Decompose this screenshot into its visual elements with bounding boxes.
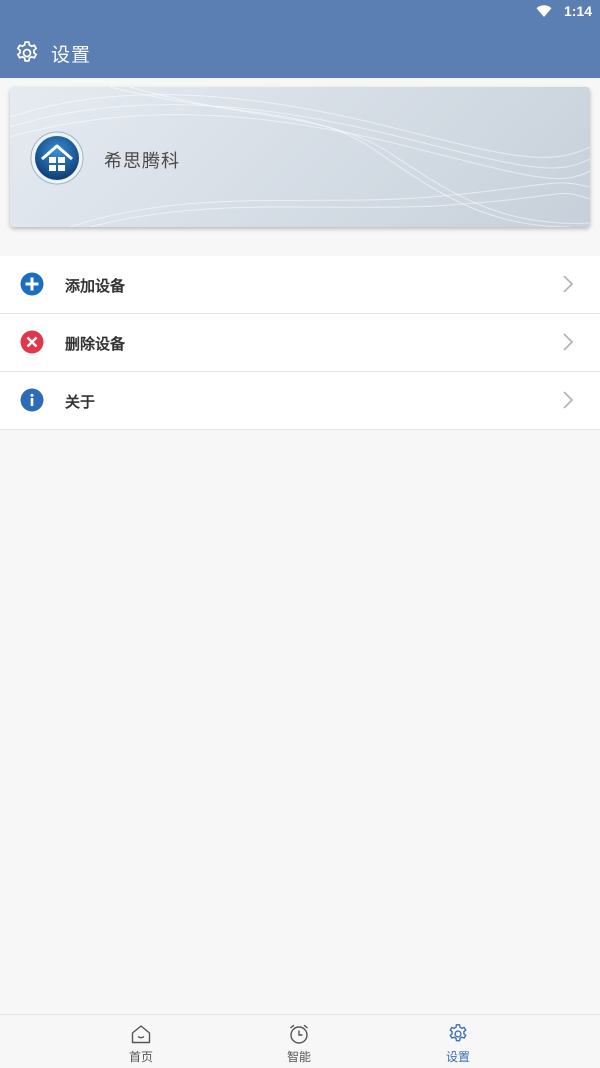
tab-settings[interactable]: 设置 bbox=[398, 1015, 518, 1068]
menu-item-label: 添加设备 bbox=[65, 277, 126, 295]
menu-item-add-device[interactable]: 添加设备 bbox=[0, 256, 600, 314]
gear-icon bbox=[449, 1024, 467, 1042]
wifi-icon bbox=[536, 5, 552, 17]
chevron-right-icon bbox=[563, 275, 574, 293]
profile-card[interactable]: 希思腾科 bbox=[10, 87, 590, 227]
home-logo-icon bbox=[30, 131, 84, 185]
info-circle-icon bbox=[20, 388, 44, 412]
chevron-right-icon bbox=[563, 333, 574, 351]
profile-name: 希思腾科 bbox=[104, 151, 180, 172]
page-title: 设置 bbox=[51, 44, 92, 66]
gear-icon[interactable] bbox=[14, 40, 40, 66]
tab-label: 首页 bbox=[128, 1050, 153, 1064]
alarm-clock-icon bbox=[290, 1024, 308, 1044]
chevron-right-icon bbox=[563, 391, 574, 409]
bottom-tab-bar: 首页 智能 设置 bbox=[0, 1014, 600, 1068]
home-icon bbox=[131, 1025, 151, 1044]
menu-item-label: 删除设备 bbox=[65, 335, 126, 353]
settings-menu: 添加设备 删除设备 关于 bbox=[0, 256, 600, 430]
remove-circle-icon bbox=[20, 330, 44, 354]
status-bar: 1:14 bbox=[0, 0, 600, 24]
card-background-waves bbox=[10, 87, 590, 227]
menu-item-label: 关于 bbox=[65, 393, 96, 411]
add-circle-icon bbox=[20, 272, 44, 296]
tab-label: 设置 bbox=[445, 1050, 470, 1064]
menu-item-about[interactable]: 关于 bbox=[0, 372, 600, 430]
tab-label: 智能 bbox=[286, 1050, 311, 1064]
app-bar: 设置 bbox=[0, 24, 600, 78]
tab-home[interactable]: 首页 bbox=[81, 1015, 201, 1068]
menu-item-delete-device[interactable]: 删除设备 bbox=[0, 314, 600, 372]
status-time: 1:14 bbox=[563, 3, 592, 19]
tab-smart[interactable]: 智能 bbox=[239, 1015, 359, 1068]
